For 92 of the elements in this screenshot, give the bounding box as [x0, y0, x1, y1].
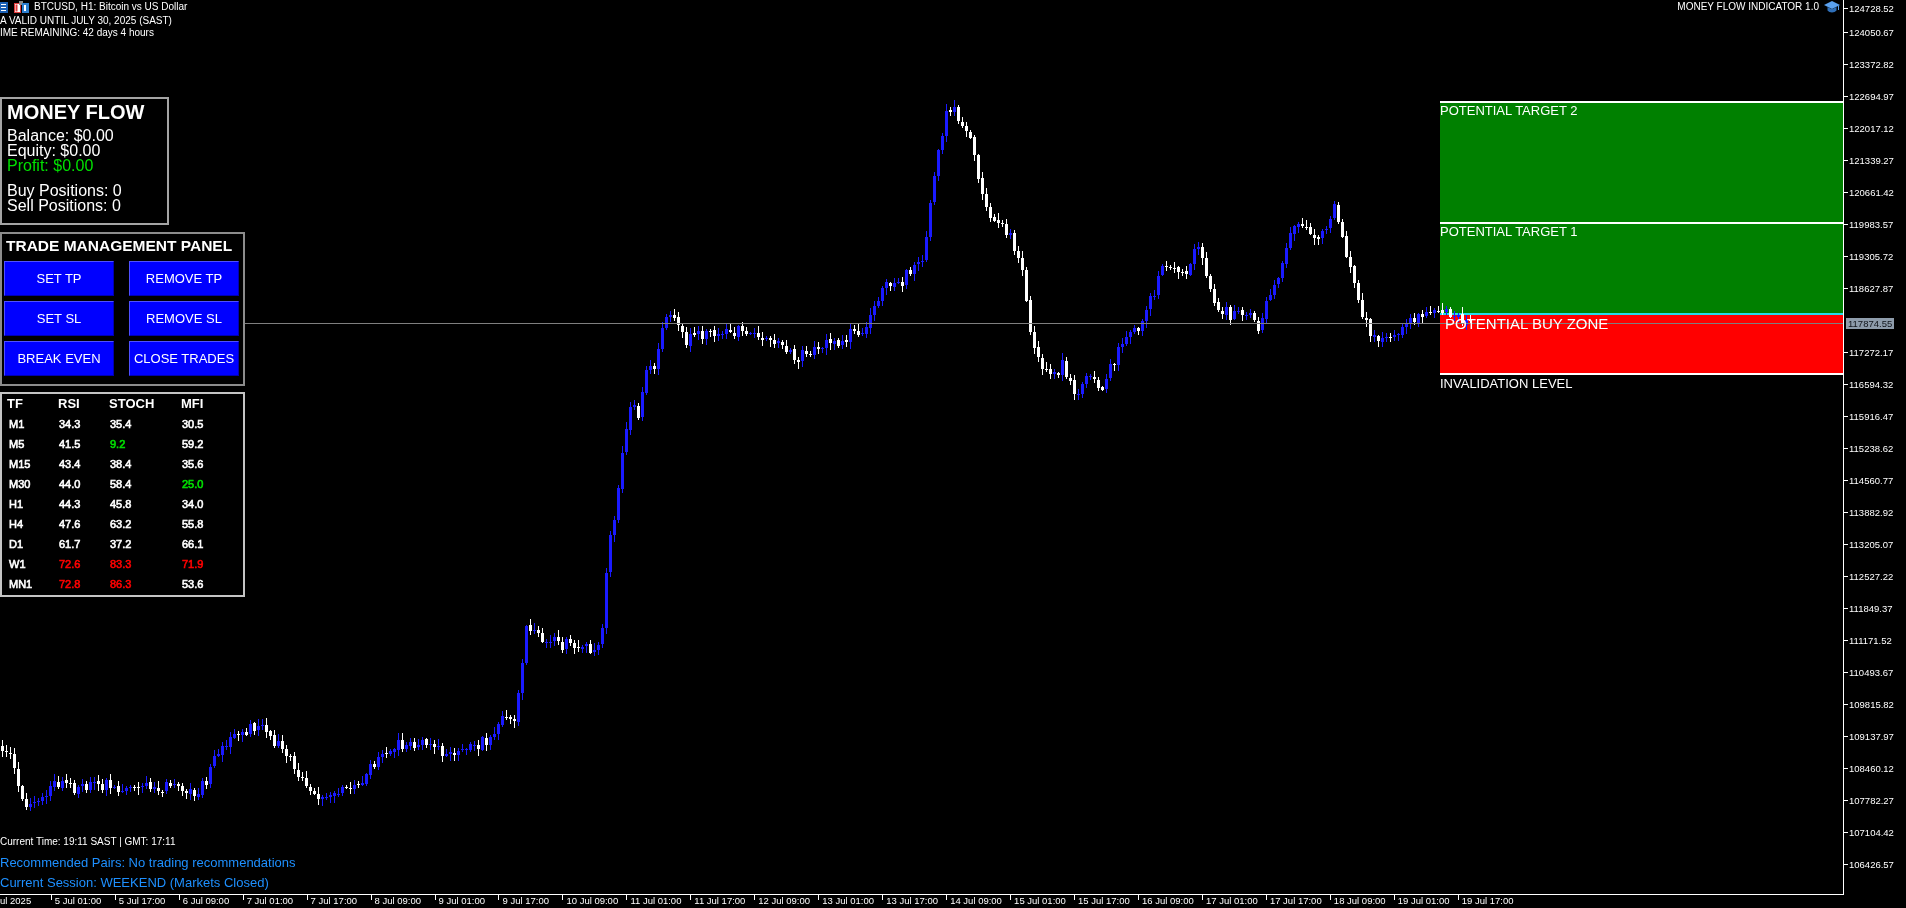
panel-title: MONEY FLOW	[7, 101, 145, 123]
table-cell: 44.3	[59, 497, 81, 511]
current-price-label: 117874.55	[1846, 318, 1895, 329]
table-cell: 43.4	[59, 457, 81, 471]
table-cell: H4	[9, 517, 24, 531]
positions-line: Sell Positions: 0	[7, 198, 121, 213]
bars-icon[interactable]	[14, 1, 29, 13]
table-cell: 38.4	[110, 457, 132, 471]
trade-button[interactable]: SET TP	[4, 261, 114, 296]
table-cell: 58.4	[110, 477, 132, 491]
table-cell: 35.6	[182, 457, 204, 471]
column-header: RSI	[58, 396, 80, 412]
table-cell: 86.3	[110, 577, 132, 591]
time-label: 10 Jul 09:00	[562, 895, 619, 907]
table-cell: 34.3	[59, 417, 81, 431]
table-cell: 63.2	[110, 517, 132, 531]
chart-title: BTCUSD, H1: Bitcoin vs US Dollar	[34, 1, 188, 13]
time-label: 6 Jul 09:00	[178, 895, 230, 907]
table-cell: 72.6	[59, 557, 81, 571]
status-text: Current Session: WEEKEND (Markets Closed)	[0, 874, 269, 892]
trade-button[interactable]: BREAK EVEN	[4, 341, 114, 376]
time-label: 11 Jul 01:00	[626, 895, 682, 907]
table-cell: 72.8	[59, 577, 81, 591]
table-cell: 37.2	[110, 537, 132, 551]
list-icon[interactable]	[0, 1, 8, 13]
table-cell: M5	[9, 437, 25, 451]
table-cell: 59.2	[182, 437, 204, 451]
time-label: 13 Jul 17:00	[882, 895, 938, 907]
account-line: Profit: $0.00	[7, 158, 94, 173]
status-text: Current Time: 19:11 SAST | GMT: 17:11	[0, 835, 176, 849]
graduation-cap-icon[interactable]	[1824, 1, 1840, 13]
table-cell: 25.0	[182, 477, 204, 491]
time-label: 15 Jul 01:00	[1010, 895, 1066, 907]
time-label: 9 Jul 17:00	[498, 895, 549, 907]
trade-button[interactable]: CLOSE TRADES	[129, 341, 239, 376]
table-cell: 41.5	[59, 437, 81, 451]
table-cell: 45.8	[110, 497, 132, 511]
account-line: Equity: $0.00	[7, 143, 101, 158]
trade-button[interactable]: SET SL	[4, 301, 114, 336]
zone-label: POTENTIAL BUY ZONE	[1445, 315, 1609, 332]
table-cell: 55.8	[182, 517, 204, 531]
time-label: 19 Jul 01:00	[1393, 895, 1450, 907]
time-label: 17 Jul 01:00	[1201, 895, 1258, 907]
time-label: 7 Jul 01:00	[242, 895, 294, 907]
zone-label: POTENTIAL TARGET 2	[1440, 103, 1578, 118]
table-cell: H1	[9, 497, 24, 511]
status-text: Recommended Pairs: No trading recommendations	[0, 854, 296, 872]
table-cell: MN1	[9, 577, 33, 591]
time-label: 15 Jul 17:00	[1074, 895, 1130, 907]
time-label: 19 Jul 17:00	[1457, 895, 1514, 907]
table-cell: 35.4	[110, 417, 132, 431]
positions-line: Buy Positions: 0	[7, 183, 122, 198]
invalidation-label: INVALIDATION LEVEL	[1440, 376, 1573, 391]
column-header: MFI	[181, 396, 204, 412]
table-cell: 34.0	[182, 497, 204, 511]
time-label: 13 Jul 01:00	[818, 895, 874, 907]
table-cell: 44.0	[59, 477, 81, 491]
time-label: 11 Jul 17:00	[690, 895, 746, 907]
table-cell: 83.3	[110, 557, 132, 571]
notice-text: A VALID UNTIL JULY 30, 2025 (SAST)	[0, 15, 172, 27]
table-cell: 66.1	[182, 537, 204, 551]
table-cell: D1	[9, 537, 24, 551]
column-header: STOCH	[109, 396, 155, 412]
time-label: 5 Jul 17:00	[114, 895, 166, 907]
time-label: 9 Jul 01:00	[434, 895, 485, 907]
table-cell: 53.6	[182, 577, 204, 591]
notice-text: IME REMAINING: 42 days 4 hours	[0, 27, 154, 39]
table-cell: M1	[9, 417, 25, 431]
time-label: 12 Jul 09:00	[754, 895, 811, 907]
time-label: 7 Jul 17:00	[306, 895, 358, 907]
time-label: 17 Jul 17:00	[1265, 895, 1322, 907]
table-cell: 30.5	[182, 417, 204, 431]
time-label: ul 2025	[0, 895, 32, 907]
table-cell: M15	[9, 457, 31, 471]
time-label: 14 Jul 09:00	[946, 895, 1002, 907]
account-line: Balance: $0.00	[7, 128, 114, 143]
table-cell: W1	[9, 557, 26, 571]
time-label: 16 Jul 09:00	[1138, 895, 1194, 907]
table-cell: 9.2	[110, 437, 126, 451]
trade-button[interactable]: REMOVE TP	[129, 261, 239, 296]
indicator-name: MONEY FLOW INDICATOR 1.0	[1677, 1, 1819, 13]
trade-button[interactable]: REMOVE SL	[129, 301, 239, 336]
time-label: 5 Jul 01:00	[50, 895, 102, 907]
table-cell: 61.7	[59, 537, 81, 551]
table-cell: 47.6	[59, 517, 81, 531]
time-label: 8 Jul 09:00	[370, 895, 422, 907]
panel-title: TRADE MANAGEMENT PANEL	[5, 236, 233, 256]
time-label: 18 Jul 09:00	[1329, 895, 1386, 907]
table-cell: 71.9	[182, 557, 204, 571]
column-header: TF	[7, 396, 23, 412]
zone-label: POTENTIAL TARGET 1	[1440, 224, 1578, 239]
table-cell: M30	[9, 477, 31, 491]
